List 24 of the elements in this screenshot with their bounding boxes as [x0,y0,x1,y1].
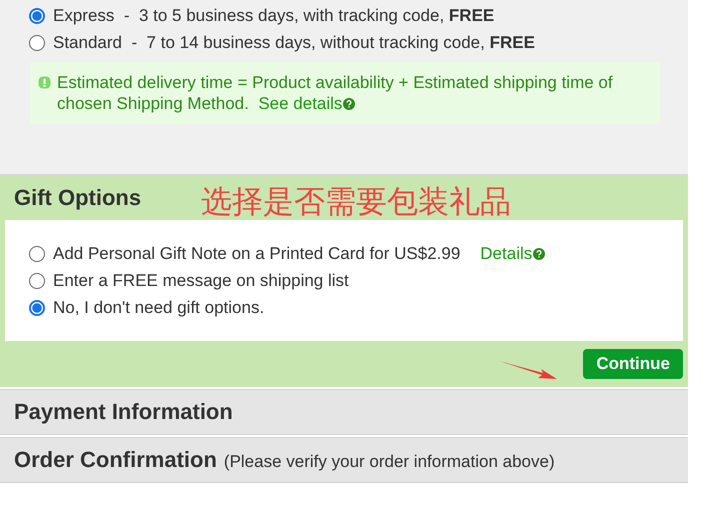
shipping-option-label: Express - 3 to 5 business days, with tracking code, FREE [53,6,494,26]
section-title: Order Confirmation [14,447,217,473]
radio-button[interactable] [29,272,45,288]
help-icon[interactable] [343,98,356,110]
see-details-link[interactable]: See details [258,94,356,113]
gift-option-label: Add Personal Gift Note on a Printed Card for US$2.99 [53,244,460,264]
annotation-text: 选择是否需要包装礼品 [201,183,511,222]
section-header[interactable]: Order Confirmation (Please verify your order information above) [0,437,688,483]
radio-button[interactable] [29,300,45,316]
shipping-option-label: Standard - 7 to 14 business days, without tracking code, FREE [53,32,535,52]
section-title: Payment Information [14,399,233,425]
details-link[interactable]: Details [480,244,546,264]
gift-option-label: No, I don't need gift options. [53,298,264,318]
section-header[interactable]: Payment Information [0,389,688,435]
radio-button[interactable] [29,34,45,50]
section-note: (Please verify your order information above) [224,452,555,472]
section-title: Gift Options [14,184,142,210]
delivery-note: Estimated delivery time = Product availability + Estimated shipping time of chosen Shipping Method. See details [57,72,614,114]
radio-button[interactable] [29,8,45,24]
radio-button[interactable] [29,246,45,262]
gift-option-label: Enter a FREE message on shipping list [53,270,349,290]
help-icon[interactable] [533,248,546,260]
continue-button[interactable]: Continue [583,349,683,379]
info-icon [38,76,51,89]
